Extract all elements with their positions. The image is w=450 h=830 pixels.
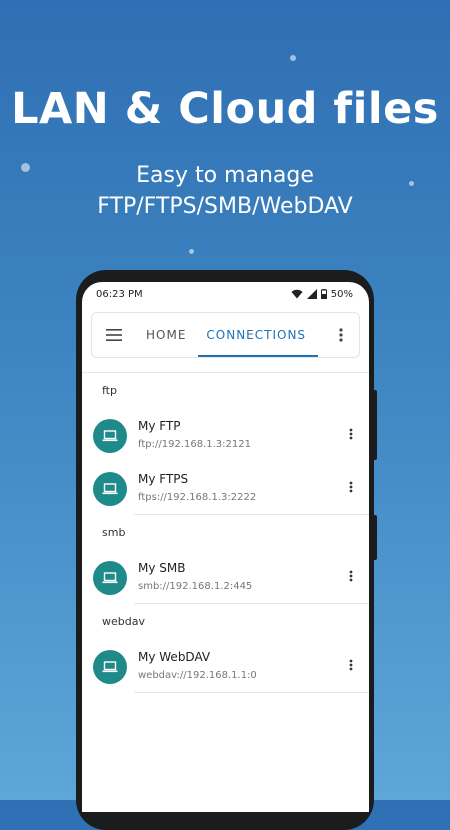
phone-screen: 06:23 PM 50% HOME CONNECTIONS ftp My FTP…	[82, 282, 369, 812]
tab-connections[interactable]: CONNECTIONS	[196, 313, 318, 357]
connection-url: ftps://192.168.1.3:2222	[138, 492, 257, 503]
decor-dot	[189, 249, 194, 254]
battery-level: 50%	[330, 288, 353, 300]
signal-icon	[306, 289, 317, 299]
promo-subline: Easy to manage FTP/FTPS/SMB/WebDAV	[0, 160, 450, 222]
connection-url: webdav://192.168.1.1:0	[138, 670, 257, 681]
phone-side-button	[373, 390, 377, 460]
section-header-smb: smb	[102, 526, 126, 539]
connection-list: ftp My FTP ftp://192.168.1.3:2121 My FTP…	[82, 373, 369, 693]
more-vert-icon[interactable]	[327, 313, 355, 357]
phone-side-button	[373, 515, 377, 560]
status-bar: 06:23 PM 50%	[82, 282, 369, 306]
more-vert-icon[interactable]	[343, 653, 359, 677]
decor-dot	[290, 55, 296, 61]
computer-icon	[93, 560, 127, 595]
computer-icon	[93, 471, 127, 506]
connection-name: My FTPS	[138, 472, 189, 486]
list-item-my-smb[interactable]: My SMB smb://192.168.1.2:445	[82, 551, 369, 604]
list-item-my-ftps[interactable]: My FTPS ftps://192.168.1.3:2222	[82, 462, 369, 515]
status-time: 06:23 PM	[96, 288, 143, 300]
computer-icon	[93, 418, 127, 453]
connection-name: My WebDAV	[138, 650, 211, 664]
promo-subline-1: Easy to manage	[136, 163, 314, 188]
more-vert-icon[interactable]	[343, 564, 359, 588]
tab-home[interactable]: HOME	[136, 313, 196, 357]
section-header-webdav: webdav	[102, 615, 145, 628]
divider	[134, 692, 369, 693]
connection-name: My SMB	[138, 561, 186, 575]
wifi-icon	[291, 289, 303, 299]
battery-icon	[320, 289, 327, 299]
computer-icon	[93, 649, 127, 684]
divider	[134, 514, 369, 515]
section-header-ftp: ftp	[102, 384, 117, 397]
divider	[134, 603, 369, 604]
hamburger-menu-icon[interactable]	[92, 313, 136, 357]
list-item-my-webdav[interactable]: My WebDAV webdav://192.168.1.1:0	[82, 640, 369, 693]
list-item-my-ftp[interactable]: My FTP ftp://192.168.1.3:2121	[82, 409, 369, 462]
connection-name: My FTP	[138, 419, 181, 433]
promo-subline-2: FTP/FTPS/SMB/WebDAV	[97, 194, 353, 219]
status-icons: 50%	[291, 289, 353, 300]
more-vert-icon[interactable]	[343, 422, 359, 446]
promo-headline: LAN & Cloud files	[11, 84, 439, 134]
app-bar: HOME CONNECTIONS	[91, 312, 360, 358]
connection-url: ftp://192.168.1.3:2121	[138, 439, 251, 450]
more-vert-icon[interactable]	[343, 475, 359, 499]
connection-url: smb://192.168.1.2:445	[138, 581, 253, 592]
